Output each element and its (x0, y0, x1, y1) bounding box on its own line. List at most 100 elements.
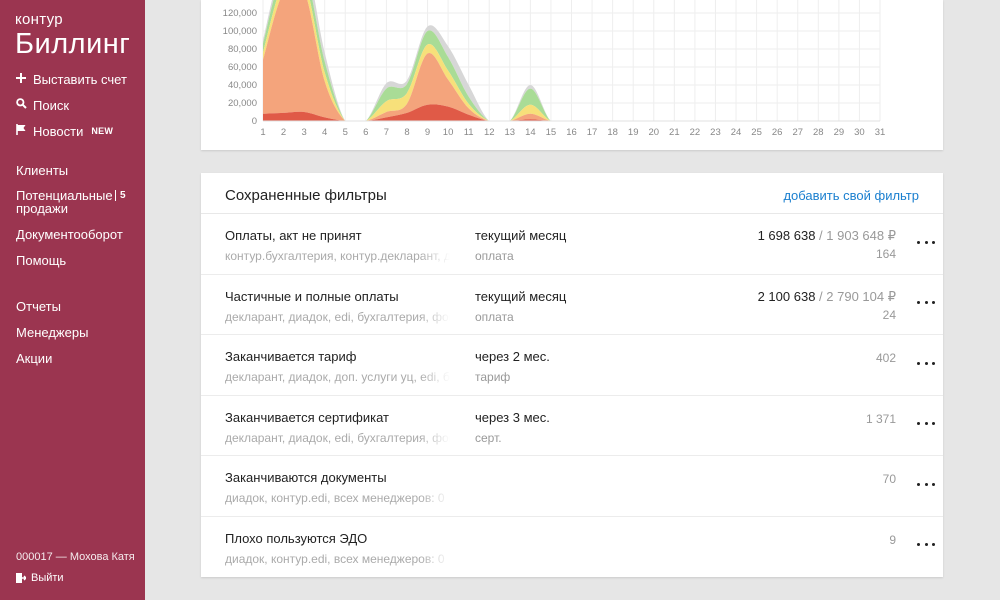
filter-row[interactable]: Заканчивается тариф декларант, диадок, до… (201, 335, 943, 396)
nav-help[interactable]: Помощь (16, 247, 141, 273)
x-tick-label: 1 (260, 127, 265, 138)
x-tick-label: 11 (464, 127, 474, 138)
x-tick-label: 28 (813, 127, 824, 138)
more-options-icon[interactable] (917, 357, 935, 369)
filter-tags: диадок, контур.edi, всех менеджеров: 0 (225, 551, 450, 566)
filter-name[interactable]: Оплаты, акт не принят (225, 228, 362, 243)
nav-create-invoice[interactable]: Выставить счет (16, 66, 141, 92)
filter-row[interactable]: Оплаты, акт не принят контур.бухгалтерия,… (201, 214, 943, 275)
x-tick-label: 23 (710, 127, 721, 138)
filter-tags: декларант, диадок, доп. услуги уц, edi, … (225, 370, 450, 384)
nav-promotions[interactable]: Акции (16, 345, 141, 371)
x-tick-label: 12 (484, 127, 495, 138)
flag-icon (16, 124, 29, 138)
saved-filters-title: Сохраненные фильтры (225, 187, 387, 204)
filter-row[interactable]: Частичные и полные оплаты декларант, диад… (201, 275, 943, 335)
filter-sum-separator: / (815, 228, 827, 243)
more-options-icon[interactable] (917, 297, 935, 309)
saved-filters-header: Сохраненные фильтры добавить свой фильтр (201, 173, 943, 214)
x-tick-label: 27 (792, 127, 803, 138)
x-tick-label: 30 (854, 127, 865, 138)
filter-type: оплата (475, 249, 514, 263)
y-tick-label: 40,000 (228, 80, 257, 91)
filter-sum-separator: / (815, 288, 827, 304)
filter-sum-paid: 2 100 638 (757, 288, 816, 304)
filter-name[interactable]: Заканчивается сертификат (225, 410, 389, 425)
x-tick-label: 31 (875, 127, 886, 138)
nav-create-invoice-label: Выставить счет (33, 71, 127, 87)
x-tick-label: 20 (648, 127, 659, 138)
sidebar: контур Биллинг Выставить счет Поиск Ново… (0, 0, 145, 600)
filter-sum: 1 698 638 / 1 903 648 ₽ (758, 228, 896, 244)
x-tick-label: 5 (343, 127, 348, 138)
x-tick-label: 29 (834, 127, 845, 138)
x-tick-label: 19 (628, 127, 639, 138)
x-tick-label: 21 (669, 127, 680, 138)
filter-name[interactable]: Заканчивается тариф (225, 349, 356, 364)
potential-sales-count: 5 (115, 190, 126, 201)
nav-reports[interactable]: Отчеты (16, 293, 141, 319)
filter-period: текущий месяц (475, 228, 567, 243)
x-tick-label: 7 (384, 127, 389, 138)
filter-sum: 2 100 638 / 2 790 104 ₽ (758, 289, 896, 305)
nav-documents[interactable]: Документооборот (16, 221, 141, 247)
y-tick-label: 100,000 (223, 26, 257, 37)
filter-type: оплата (475, 309, 514, 324)
filter-row[interactable]: Плохо пользуются ЭДО диадок, контур.edi, … (201, 517, 943, 578)
more-options-icon[interactable] (917, 478, 935, 490)
x-tick-label: 22 (690, 127, 701, 138)
filter-count: 1 371 (865, 411, 896, 426)
filter-period: через 3 мес. (475, 409, 550, 425)
more-options-icon[interactable] (917, 236, 935, 248)
plus-icon (16, 72, 29, 86)
filter-sum-paid: 1 698 638 (757, 228, 816, 243)
more-options-icon[interactable] (917, 418, 935, 430)
new-badge: NEW (91, 126, 114, 136)
current-user: 000017 — Мохова Катя (16, 551, 135, 563)
nav-main: Клиенты Потенциальные продажи 5 Документ… (16, 157, 141, 273)
x-tick-label: 15 (546, 127, 557, 138)
x-tick-label: 16 (566, 127, 577, 138)
x-tick-label: 6 (363, 127, 368, 138)
nav-news[interactable]: Новости NEW (16, 118, 141, 144)
filter-name[interactable]: Плохо пользуются ЭДО (225, 531, 367, 546)
sales-chart-card: 0 20,000 40,000 60,000 80,000 100,000 120,000 1… (201, 0, 943, 150)
filter-period: через 2 мес. (475, 349, 550, 364)
filter-name[interactable]: Частичные и полные оплаты (225, 289, 399, 304)
nav-search[interactable]: Поиск (16, 92, 141, 118)
filter-type: серт. (475, 430, 502, 445)
add-filter-link[interactable]: добавить свой фильтр (783, 188, 919, 203)
filter-count: 24 (882, 307, 896, 322)
x-tick-label: 4 (322, 127, 327, 138)
filter-name[interactable]: Заканчиваются документы (225, 470, 387, 485)
logout-icon (16, 573, 26, 583)
nav-news-label: Новости (33, 123, 84, 139)
more-options-icon[interactable] (917, 539, 935, 551)
filter-count: 164 (875, 247, 896, 261)
filter-sum-total: 1 903 648 ₽ (826, 228, 896, 243)
logout-link[interactable]: Выйти (16, 572, 64, 584)
nav-search-label: Поиск (33, 97, 70, 113)
y-tick-label: 0 (252, 116, 257, 127)
filter-sum-total: 2 790 104 ₽ (826, 288, 896, 304)
filter-row[interactable]: Заканчиваются документы диадок, контур.ed… (201, 456, 943, 517)
filter-row[interactable]: Заканчивается сертификат декларант, диадо… (201, 396, 943, 456)
sales-area-chart: 0 20,000 40,000 60,000 80,000 100,000 120,000 1… (223, 0, 886, 138)
nav-potential-sales-label: Потенциальные продажи (16, 188, 113, 216)
x-tick-label: 2 (281, 127, 286, 138)
x-tick-label: 25 (751, 127, 762, 138)
logo-product: Биллинг (15, 28, 131, 60)
x-tick-label: 24 (731, 127, 742, 138)
filter-count: 70 (882, 472, 896, 486)
filter-tags: декларант, диадок, edi, бухгалтерия, фок… (225, 309, 450, 324)
x-tick-label: 10 (443, 127, 454, 138)
nav-extra: Отчеты Менеджеры Акции (16, 293, 141, 371)
x-tick-label: 13 (505, 127, 516, 138)
filter-count: 9 (889, 532, 896, 547)
filter-tags: декларант, диадок, edi, бухгалтерия, фок… (225, 430, 450, 445)
nav-managers[interactable]: Менеджеры (16, 319, 141, 345)
logo[interactable]: контур Биллинг (15, 12, 131, 60)
filter-tags: контур.бухгалтерия, контур.декларант, ди… (225, 249, 450, 263)
filter-type: тариф (475, 370, 511, 384)
nav-clients[interactable]: Клиенты (16, 157, 141, 183)
